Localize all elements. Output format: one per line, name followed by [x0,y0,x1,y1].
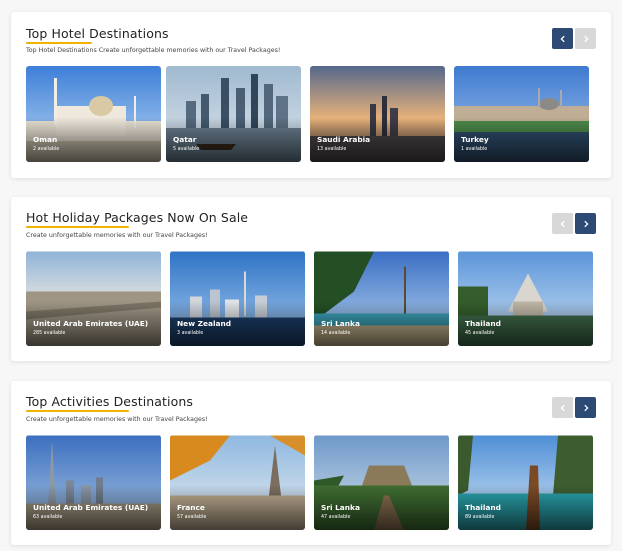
card-count: 5 available [173,147,200,152]
card-name: New Zealand [177,319,232,328]
carousel-prev-button[interactable] [552,213,573,234]
destination-card-turkey[interactable]: Turkey 1 available [454,66,589,162]
card-name: Thailand [465,319,501,328]
card-name: Oman [33,135,58,144]
chevron-left-icon [559,220,565,227]
card-count: 285 available [33,331,66,336]
card-name: Thailand [465,503,501,512]
card-name: United Arab Emirates (UAE) [33,503,149,512]
card-count: 14 available [321,331,351,336]
card-name: Saudi Arabia [317,135,371,144]
carousel-prev-button[interactable] [552,397,573,418]
package-cards: United Arab Emirates (UAE) 285 available… [26,251,596,346]
card-count: 13 available [317,147,347,152]
section-title: Top Hotel Destinations [26,26,169,41]
card-count: 45 available [465,331,495,336]
card-count: 2 available [33,147,60,152]
section-title: Top Activities Destinations [26,394,194,409]
section-title: Hot Holiday Packages Now On Sale [26,210,249,225]
hot-holiday-packages-section: Hot Holiday Packages Now On Sale Create … [11,197,611,361]
destination-card-saudi-arabia[interactable]: Saudi Arabia 13 available [310,66,445,162]
card-count: 89 available [465,515,495,520]
title-underline [26,226,129,228]
title-underline [26,410,129,412]
card-name: United Arab Emirates (UAE) [33,319,149,328]
chevron-right-icon [583,404,589,411]
destination-card-qatar[interactable]: Qatar 5 available [166,66,301,162]
activity-card-sri-lanka[interactable]: Sri Lanka 47 available [314,435,449,530]
card-count: 57 available [177,515,207,520]
card-count: 1 available [461,147,488,152]
chevron-left-icon [559,35,565,42]
carousel-prev-button[interactable] [552,28,573,49]
card-name: Sri Lanka [321,503,360,512]
carousel-next-button[interactable] [575,28,596,49]
package-card-sri-lanka[interactable]: Sri Lanka 14 available [314,251,449,346]
section-subtitle: Create unforgettable memories with our T… [26,416,208,423]
card-count: 3 available [177,331,204,336]
section-subtitle: Create unforgettable memories with our T… [26,232,208,239]
card-name: Turkey [461,135,489,144]
destination-card-oman[interactable]: Oman 2 available [26,66,161,162]
chevron-right-icon [583,220,589,227]
activity-card-france[interactable]: France 57 available [170,435,305,530]
package-card-new-zealand[interactable]: New Zealand 3 available [170,251,305,346]
card-name: Qatar [173,135,197,144]
card-count: 63 available [33,515,63,520]
activity-card-uae[interactable]: United Arab Emirates (UAE) 63 available [26,435,161,530]
section-subtitle: Top Hotel Destinations Create unforgetta… [26,47,281,54]
chevron-right-icon [583,35,589,42]
title-underline [26,42,92,44]
chevron-left-icon [559,404,565,411]
activity-cards: United Arab Emirates (UAE) 63 available … [26,435,596,530]
destination-cards: Oman 2 available Qatar 5 available Saudi… [26,66,596,162]
card-name: Sri Lanka [321,319,360,328]
activity-card-thailand[interactable]: Thailand 89 available [458,435,593,530]
top-hotel-destinations-section: Top Hotel Destinations Top Hotel Destina… [11,12,611,178]
top-activities-destinations-section: Top Activities Destinations Create unfor… [11,381,611,545]
package-card-uae[interactable]: United Arab Emirates (UAE) 285 available [26,251,161,346]
package-card-thailand[interactable]: Thailand 45 available [458,251,593,346]
card-name: France [177,503,205,512]
card-count: 47 available [321,515,351,520]
carousel-next-button[interactable] [575,213,596,234]
carousel-next-button[interactable] [575,397,596,418]
